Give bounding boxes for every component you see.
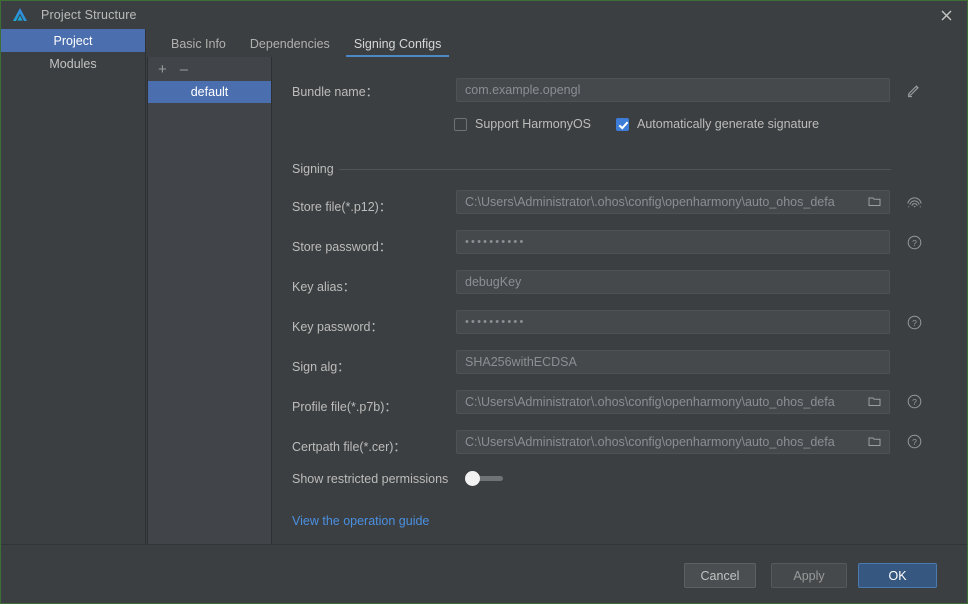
checkbox-box — [616, 118, 629, 131]
tab-bar: Basic Info Dependencies Signing Configs — [147, 29, 967, 57]
key-password-label: Key password： — [292, 316, 383, 335]
cancel-button-label: Cancel — [701, 569, 740, 583]
bundle-name-value: com.example.opengl — [465, 83, 881, 97]
tab-basic-info[interactable]: Basic Info — [159, 37, 238, 57]
sign-alg-value: SHA256withECDSA — [465, 355, 881, 369]
help-icon[interactable]: ? — [907, 315, 922, 335]
profile-file-label-row: Profile file(*.p7b)： — [292, 396, 397, 415]
checkbox-box — [454, 118, 467, 131]
svg-text:?: ? — [912, 397, 917, 407]
sidebar-item-project[interactable]: Project — [1, 29, 145, 52]
store-file-label-row: Store file(*.p12)： — [292, 196, 391, 215]
sidebar-item-modules[interactable]: Modules — [1, 52, 145, 75]
store-file-label: Store file(*.p12)： — [292, 196, 391, 215]
bundle-name-input[interactable]: com.example.opengl — [456, 78, 890, 102]
title-bar: Project Structure — [1, 1, 967, 29]
store-file-input[interactable]: C:\Users\Administrator\.ohos\config\open… — [456, 190, 890, 214]
tab-label: Dependencies — [250, 37, 330, 51]
support-harmonyos-checkbox[interactable]: Support HarmonyOS — [454, 117, 591, 131]
fingerprint-icon[interactable] — [906, 194, 923, 216]
view-operation-guide-link[interactable]: View the operation guide — [292, 514, 429, 528]
show-restricted-permissions-label-row: Show restricted permissions — [292, 472, 448, 486]
toggle-knob — [465, 471, 480, 486]
sidebar-item-label: Modules — [49, 57, 96, 71]
show-restricted-permissions-toggle[interactable] — [465, 471, 505, 485]
svg-text:?: ? — [912, 318, 917, 328]
tab-signing-configs[interactable]: Signing Configs — [342, 37, 454, 57]
certpath-file-value: C:\Users\Administrator\.ohos\config\open… — [465, 435, 864, 449]
folder-browse-icon[interactable] — [868, 435, 881, 450]
help-icon[interactable]: ? — [907, 235, 922, 255]
sidebar: Project Modules — [1, 29, 146, 544]
key-password-label-row: Key password： — [292, 316, 383, 335]
key-alias-value: debugKey — [465, 275, 881, 289]
store-password-label: Store password： — [292, 236, 391, 255]
folder-browse-icon[interactable] — [868, 395, 881, 410]
checkbox-label: Automatically generate signature — [637, 117, 819, 131]
bundle-name-label: Bundle name： — [292, 81, 378, 100]
apply-button-label: Apply — [793, 569, 824, 583]
pencil-edit-icon[interactable] — [906, 83, 922, 104]
show-restricted-permissions-label: Show restricted permissions — [292, 472, 448, 486]
help-icon[interactable]: ? — [907, 434, 922, 454]
list-item-label: default — [191, 85, 229, 99]
folder-browse-icon[interactable] — [868, 195, 881, 210]
signing-config-list-panel: + – default — [147, 57, 272, 544]
window-title: Project Structure — [41, 8, 137, 22]
checkbox-label: Support HarmonyOS — [475, 117, 591, 131]
store-password-input[interactable]: •••••••••• — [456, 230, 890, 254]
deveco-logo-icon — [11, 6, 29, 24]
key-alias-input[interactable]: debugKey — [456, 270, 890, 294]
bundle-name-label-row: Bundle name： — [292, 81, 378, 100]
ok-button-label: OK — [888, 569, 906, 583]
store-password-label-row: Store password： — [292, 236, 391, 255]
list-item[interactable]: default — [148, 81, 271, 103]
add-config-button[interactable]: + — [158, 62, 167, 77]
certpath-file-label-row: Certpath file(*.cer)： — [292, 436, 406, 455]
profile-file-value: C:\Users\Administrator\.ohos\config\open… — [465, 395, 864, 409]
ok-button[interactable]: OK — [858, 563, 937, 588]
store-file-value: C:\Users\Administrator\.ohos\config\open… — [465, 195, 864, 209]
key-alias-label-row: Key alias： — [292, 276, 355, 295]
key-password-input[interactable]: •••••••••• — [456, 310, 890, 334]
signing-group-divider — [339, 169, 891, 170]
svg-text:?: ? — [912, 238, 917, 248]
cancel-button[interactable]: Cancel — [684, 563, 756, 588]
sign-alg-label-row: Sign alg： — [292, 356, 350, 375]
key-password-value: •••••••••• — [465, 316, 881, 328]
sidebar-item-label: Project — [54, 34, 93, 48]
store-password-value: •••••••••• — [465, 236, 881, 248]
tab-label: Basic Info — [171, 37, 226, 51]
dialog-footer: Cancel Apply OK — [1, 544, 967, 603]
remove-config-button[interactable]: – — [180, 62, 188, 77]
help-icon[interactable]: ? — [907, 394, 922, 414]
profile-file-input[interactable]: C:\Users\Administrator\.ohos\config\open… — [456, 390, 890, 414]
signing-configs-form: Bundle name： com.example.opengl Support … — [273, 57, 967, 544]
sign-alg-input[interactable]: SHA256withECDSA — [456, 350, 890, 374]
list-toolbar: + – — [148, 57, 271, 81]
sign-alg-label: Sign alg： — [292, 356, 350, 375]
apply-button[interactable]: Apply — [771, 563, 847, 588]
profile-file-label: Profile file(*.p7b)： — [292, 396, 397, 415]
certpath-file-label: Certpath file(*.cer)： — [292, 436, 406, 455]
auto-generate-signature-checkbox[interactable]: Automatically generate signature — [616, 117, 819, 131]
tab-label: Signing Configs — [354, 37, 442, 51]
tab-dependencies[interactable]: Dependencies — [238, 37, 342, 57]
certpath-file-input[interactable]: C:\Users\Administrator\.ohos\config\open… — [456, 430, 890, 454]
close-icon[interactable] — [935, 5, 957, 25]
signing-group-title: Signing — [292, 162, 334, 176]
svg-text:?: ? — [912, 437, 917, 447]
project-structure-dialog: Project Structure Project Modules Basic … — [0, 0, 968, 604]
key-alias-label: Key alias： — [292, 276, 355, 295]
